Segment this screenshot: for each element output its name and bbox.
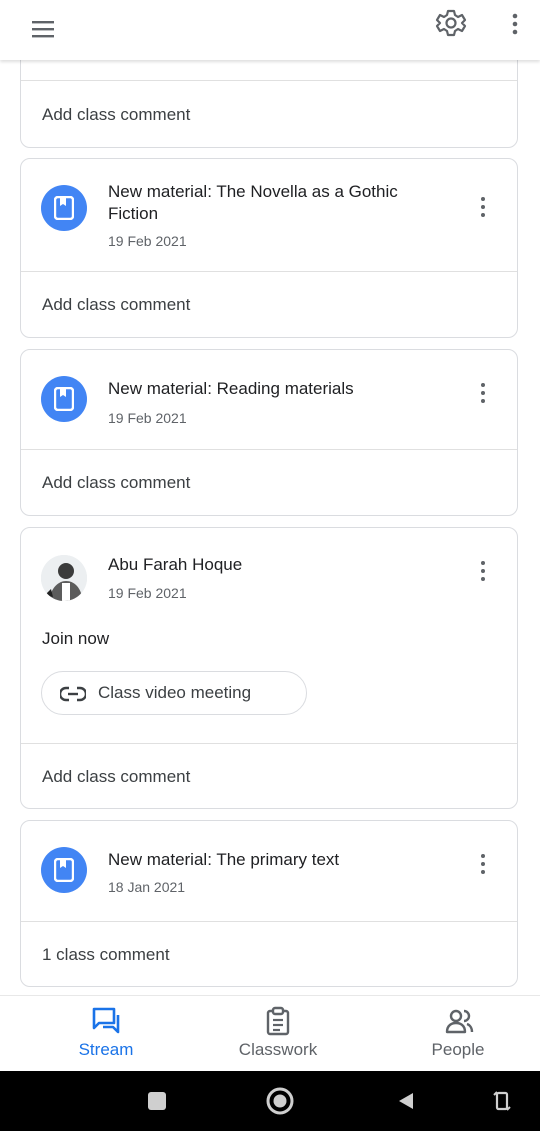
- gear-icon[interactable]: [433, 5, 469, 41]
- card-divider: [21, 271, 517, 272]
- stream-post-card[interactable]: New material: The Novella as a Gothic Fi…: [20, 158, 518, 338]
- class-comments-count[interactable]: 1 class comment: [42, 945, 170, 965]
- user-avatar: [41, 555, 87, 601]
- material-book-icon: [41, 185, 87, 231]
- card-divider: [21, 743, 517, 744]
- post-author: Abu Farah Hoque: [108, 555, 243, 574]
- post-more-options-icon[interactable]: [473, 851, 493, 881]
- stream-announcement-card[interactable]: Abu Farah Hoque 19 Feb 2021 Join now Cla…: [20, 527, 518, 809]
- people-icon: [445, 1009, 474, 1034]
- class-video-meeting-link[interactable]: Class video meeting: [41, 671, 307, 715]
- post-more-options-icon[interactable]: [473, 558, 493, 588]
- nav-classwork[interactable]: Classwork: [208, 996, 348, 1072]
- hamburger-menu-icon[interactable]: [26, 14, 62, 46]
- top-app-bar: [0, 0, 540, 60]
- recent-apps-icon[interactable]: [148, 1092, 166, 1110]
- bottom-navigation: Stream Classwork People: [0, 995, 540, 1072]
- stream-post-card[interactable]: New material: The primary text 18 Jan 20…: [20, 820, 518, 987]
- home-icon[interactable]: [265, 1086, 295, 1116]
- stream-post-card[interactable]: New material: Reading materials 19 Feb 2…: [20, 349, 518, 516]
- nav-people-label: People: [431, 1040, 485, 1059]
- add-class-comment[interactable]: Add class comment: [42, 295, 190, 315]
- card-divider: [21, 80, 517, 81]
- post-date: 18 Jan 2021: [108, 879, 186, 895]
- add-class-comment[interactable]: Add class comment: [42, 473, 190, 493]
- material-book-icon: [41, 847, 87, 893]
- card-divider: [21, 449, 517, 450]
- nav-stream-label: Stream: [78, 1040, 134, 1059]
- post-date: 19 Feb 2021: [108, 233, 187, 249]
- nav-people[interactable]: People: [388, 996, 528, 1072]
- stream-feed[interactable]: Add class comment New material: The Nove…: [0, 0, 540, 995]
- more-vert-icon[interactable]: [497, 5, 533, 41]
- link-label: Class video meeting: [98, 683, 252, 702]
- rotate-screen-icon[interactable]: [492, 1089, 512, 1113]
- post-title[interactable]: New material: The primary text: [108, 849, 408, 871]
- material-book-icon: [41, 376, 87, 422]
- post-date: 19 Feb 2021: [108, 585, 187, 601]
- card-divider: [21, 921, 517, 922]
- post-more-options-icon[interactable]: [473, 380, 493, 410]
- nav-classwork-label: Classwork: [238, 1040, 318, 1059]
- back-icon[interactable]: [396, 1091, 416, 1111]
- classwork-icon: [266, 1006, 290, 1036]
- add-class-comment[interactable]: Add class comment: [42, 767, 190, 787]
- post-body-text: Join now: [42, 629, 110, 648]
- stream-icon: [92, 1007, 120, 1034]
- add-class-comment[interactable]: Add class comment: [42, 105, 190, 125]
- post-more-options-icon[interactable]: [473, 194, 493, 224]
- link-icon: [60, 686, 86, 702]
- system-navigation-bar: [0, 1071, 540, 1131]
- post-title[interactable]: New material: Reading materials: [108, 378, 408, 400]
- post-date: 19 Feb 2021: [108, 410, 187, 426]
- post-title[interactable]: New material: The Novella as a Gothic Fi…: [108, 181, 408, 225]
- nav-stream[interactable]: Stream: [36, 996, 176, 1072]
